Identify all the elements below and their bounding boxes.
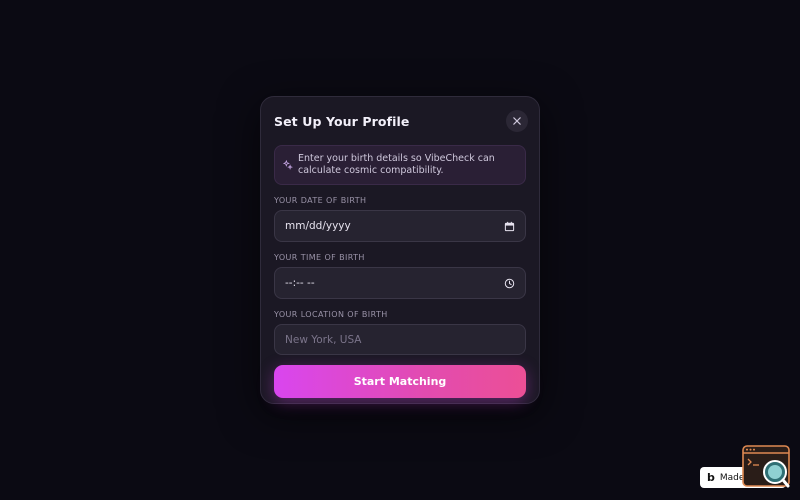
date-of-birth-value: mm/dd/yyyy [285, 220, 351, 232]
dialog-header: Set Up Your Profile [274, 97, 528, 145]
clock-icon[interactable] [504, 278, 515, 289]
browser-inspect-icon[interactable] [742, 445, 790, 489]
info-text: Enter your birth details so VibeCheck ca… [298, 153, 495, 176]
location-placeholder: New York, USA [285, 333, 362, 346]
calendar-icon[interactable] [504, 221, 515, 232]
location-of-birth-input[interactable]: New York, USA [274, 324, 526, 355]
close-icon [513, 117, 521, 125]
close-button[interactable] [506, 110, 528, 132]
sparkles-icon [283, 160, 293, 170]
badge-logo: b [707, 471, 715, 484]
location-of-birth-label: YOUR LOCATION OF BIRTH [274, 310, 388, 319]
date-of-birth-input[interactable]: mm/dd/yyyy [274, 210, 526, 242]
info-banner: Enter your birth details so VibeCheck ca… [274, 145, 526, 185]
time-of-birth-value: --:-- -- [285, 277, 315, 289]
profile-setup-dialog: Set Up Your Profile Enter your birth det… [260, 96, 540, 404]
dialog-title: Set Up Your Profile [274, 113, 410, 129]
time-of-birth-input[interactable]: --:-- -- [274, 267, 526, 299]
time-of-birth-label: YOUR TIME OF BIRTH [274, 253, 365, 262]
start-matching-button[interactable]: Start Matching [274, 365, 526, 398]
date-of-birth-label: YOUR DATE OF BIRTH [274, 196, 367, 205]
